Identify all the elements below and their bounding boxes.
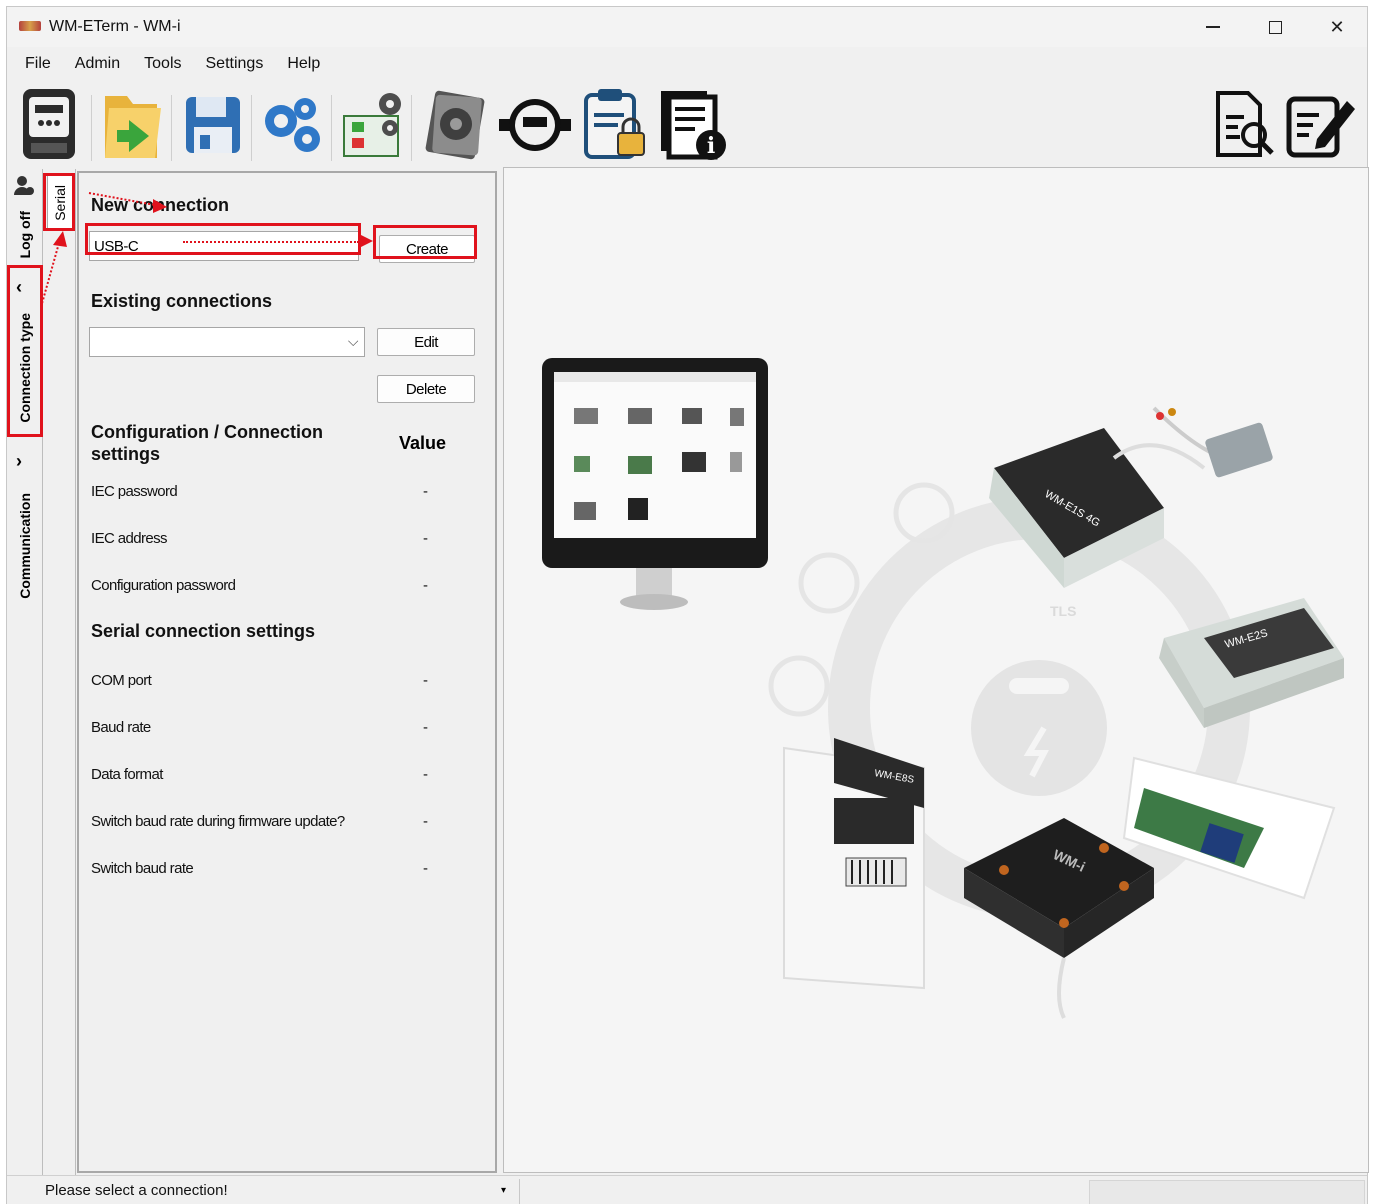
tab-serial-label: Serial <box>52 185 68 221</box>
tab-log-off-label: Log off <box>17 211 33 259</box>
menu-bar: File Admin Tools Settings Help <box>7 51 332 79</box>
edit-document-icon <box>1286 96 1355 158</box>
menu-admin[interactable]: Admin <box>63 51 132 79</box>
serial-row-value: - <box>423 813 428 830</box>
status-bar: Please select a connection! ▾ <box>7 1175 1367 1204</box>
status-divider <box>519 1179 520 1204</box>
config-row-label: IEC password <box>91 483 178 500</box>
minimize-icon <box>1206 26 1220 28</box>
title-bar: WM-ETerm - WM-i ✕ <box>7 7 1367 47</box>
serial-row-label: Baud rate <box>91 719 151 736</box>
toolbar-meter-button[interactable] <box>11 85 87 165</box>
tab-connection-type[interactable]: ‹ Connection type <box>7 273 43 433</box>
serial-row-label: COM port <box>91 672 152 689</box>
config-row-value: - <box>423 577 428 594</box>
serial-row-value: - <box>423 672 428 689</box>
serial-row-value: - <box>423 719 428 736</box>
toolbar-firmware-button[interactable] <box>417 85 493 165</box>
toolbar-checklist-button[interactable] <box>335 85 411 165</box>
tab-serial[interactable]: Serial <box>47 175 73 231</box>
window-title: WM-ETerm - WM-i <box>49 18 181 35</box>
user-icon <box>13 175 35 202</box>
tls-label: TLS <box>1050 603 1076 619</box>
toolbar-edit-document-button[interactable] <box>1283 85 1359 165</box>
toolbar-water-meter-button[interactable] <box>497 85 573 165</box>
existing-connections-select[interactable]: ⌵ <box>89 327 365 357</box>
value-column-header: Value <box>399 433 447 453</box>
product-illustration: TLS WM-E1S 4G WM-E2S WM-E8S WM-i <box>542 358 1344 1019</box>
svg-text:i: i <box>707 133 715 159</box>
config-row-label: IEC address <box>91 530 168 547</box>
firmware-disk-icon <box>425 90 485 160</box>
toolbar-save-button[interactable] <box>175 85 251 165</box>
config-row-value: - <box>423 530 428 547</box>
status-dropdown-icon[interactable]: ▾ <box>501 1185 506 1196</box>
save-disk-icon <box>186 97 240 153</box>
maximize-button[interactable] <box>1245 7 1305 47</box>
toolbar-open-button[interactable] <box>95 85 171 165</box>
serial-row-value: - <box>423 860 428 877</box>
config-section-title: Configuration / Connection settings <box>91 422 323 464</box>
side-tab-strip: Log off ‹ Connection type › Communicatio… <box>7 169 43 1175</box>
wm-i-device-image: WM-i <box>964 818 1154 1019</box>
app-window: WM-ETerm - WM-i ✕ File Admin Tools Setti… <box>6 6 1369 1204</box>
tab-log-off[interactable]: Log off <box>7 173 43 259</box>
document-info-icon: i <box>661 91 726 160</box>
open-folder-icon <box>105 96 161 158</box>
toolbar: i <box>7 81 1367 169</box>
close-icon: ✕ <box>1329 16 1345 37</box>
connection-subtab-strip: Serial <box>44 169 76 1175</box>
new-connection-title: New connection <box>91 195 230 215</box>
toolbar-search-document-button[interactable] <box>1207 85 1283 165</box>
toolbar-settings-button[interactable] <box>255 85 331 165</box>
config-row-label: Configuration password <box>91 577 236 594</box>
delete-button[interactable]: Delete <box>377 375 475 403</box>
chevron-down-icon: ⌵ <box>347 333 359 349</box>
new-connection-name-input[interactable]: USB-C <box>89 231 359 261</box>
minimize-button[interactable] <box>1183 7 1243 47</box>
create-button[interactable]: Create <box>379 235 475 263</box>
connection-settings-panel: New connection USB-C Create Existing con… <box>77 171 497 1173</box>
close-button[interactable]: ✕ <box>1307 7 1367 47</box>
status-progress-area <box>1089 1180 1365 1204</box>
checklist-settings-icon <box>343 93 401 157</box>
menu-help[interactable]: Help <box>275 51 332 79</box>
serial-row-label: Data format <box>91 766 163 783</box>
annotation-arrow-line <box>183 241 359 243</box>
existing-connections-title: Existing connections <box>91 291 273 311</box>
gears-icon <box>265 98 320 152</box>
status-message: Please select a connection! <box>45 1182 228 1199</box>
product-illustration-panel: TLS WM-E1S 4G WM-E2S WM-E8S WM-i <box>503 167 1369 1173</box>
serial-row-value: - <box>423 766 428 783</box>
tab-communication-label: Communication <box>17 493 33 599</box>
monitor-image <box>542 358 768 610</box>
app-logo-icon <box>19 21 41 31</box>
maximize-icon <box>1268 20 1282 34</box>
tab-communication[interactable]: › Communication <box>7 449 43 609</box>
serial-row-label: Switch baud rate <box>91 860 194 877</box>
menu-file[interactable]: File <box>7 51 63 79</box>
menu-settings[interactable]: Settings <box>194 51 276 79</box>
water-meter-icon <box>499 99 571 151</box>
tab-connection-type-label: Connection type <box>17 313 33 423</box>
document-search-icon <box>1216 91 1274 157</box>
serial-row-label: Switch baud rate during firmware update? <box>91 813 345 830</box>
edit-button[interactable]: Edit <box>377 328 475 356</box>
chevron-left-icon: ‹ <box>16 277 22 297</box>
wm-e8s-meter-image: WM-E8S <box>783 738 925 990</box>
toolbar-info-button[interactable]: i <box>655 85 731 165</box>
locked-clipboard-icon <box>584 89 645 159</box>
chevron-right-icon: › <box>16 451 22 471</box>
toolbar-secure-clipboard-button[interactable] <box>577 85 653 165</box>
meter-icon <box>23 89 75 159</box>
serial-section-title: Serial connection settings <box>91 621 316 641</box>
config-row-value: - <box>423 483 428 500</box>
menu-tools[interactable]: Tools <box>132 51 193 79</box>
